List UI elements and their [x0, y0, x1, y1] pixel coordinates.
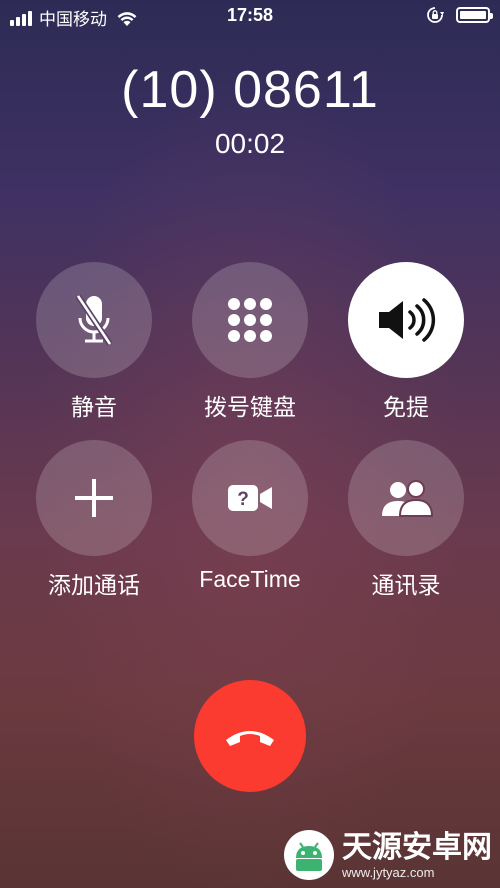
- mute-circle[interactable]: [36, 262, 152, 378]
- facetime-icon: ?: [228, 485, 272, 511]
- status-time: 17:58: [226, 5, 274, 25]
- add-call-label: 添加通话: [48, 572, 140, 598]
- caller-number: (10) 08611: [121, 61, 379, 119]
- contacts-label: 通讯录: [371, 572, 441, 598]
- contacts-circle[interactable]: [348, 440, 464, 556]
- android-logo-icon: [284, 830, 334, 880]
- speaker-button[interactable]: 免提: [326, 262, 486, 422]
- add-call-button[interactable]: 添加通话: [14, 440, 174, 600]
- keypad-icon: [228, 298, 272, 342]
- svg-text:?: ?: [237, 489, 249, 510]
- phone-hangup-icon: [226, 731, 274, 746]
- rotation-lock-icon: [427, 7, 444, 23]
- end-call-button[interactable]: [194, 680, 306, 792]
- keypad-circle[interactable]: [192, 262, 308, 378]
- speaker-circle[interactable]: [348, 262, 464, 378]
- watermark-url: www.jytyaz.com: [342, 864, 435, 880]
- status-right: [426, 6, 493, 24]
- facetime-label: FaceTime: [199, 566, 301, 592]
- watermark: 天源安卓网 www.jytyaz.com: [282, 828, 492, 882]
- contacts-icon: [382, 480, 434, 517]
- status-bar: 中国移动 17:58: [0, 0, 500, 32]
- plus-icon: [75, 479, 113, 517]
- add-call-circle[interactable]: [36, 440, 152, 556]
- speaker-label: 免提: [383, 394, 429, 420]
- contacts-button[interactable]: 通讯录: [326, 440, 486, 600]
- watermark-title: 天源安卓网: [342, 830, 492, 864]
- keypad-button[interactable]: 拨号键盘: [170, 262, 330, 422]
- battery-icon: [456, 7, 493, 23]
- keypad-label: 拨号键盘: [204, 394, 296, 420]
- call-duration: 00:02: [214, 128, 286, 159]
- facetime-circle[interactable]: ?: [192, 440, 308, 556]
- facetime-button[interactable]: ? FaceTime: [170, 440, 330, 600]
- watermark-text: 天源安卓网 www.jytyaz.com: [342, 831, 492, 880]
- speaker-icon: [379, 298, 436, 342]
- mute-button[interactable]: 静音: [14, 262, 174, 422]
- battery-fill: [460, 11, 486, 19]
- mute-label: 静音: [71, 394, 117, 420]
- mic-off-icon: [75, 294, 113, 346]
